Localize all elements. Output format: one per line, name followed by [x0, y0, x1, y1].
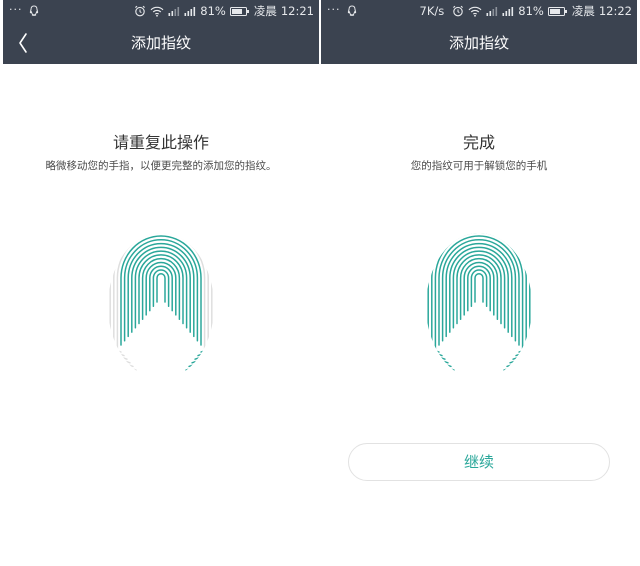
title-bar: 添加指纹	[3, 22, 319, 64]
fingerprint-ridge-fragment	[494, 378, 502, 379]
time-period: 凌晨	[253, 4, 277, 18]
signal-icon-sim2	[502, 7, 514, 16]
fingerprint-ridge-fragment	[117, 352, 125, 357]
fingerprint-ridge-fragment	[518, 349, 526, 353]
fingerprint-ridge-fragment	[129, 367, 137, 371]
instruction-text: 略微移动您的手指，以便更完整的添加您的指纹。	[45, 160, 277, 172]
fingerprint-ridge	[459, 258, 499, 320]
instruction-heading: 请重复此操作	[112, 133, 209, 152]
battery-percent: 81%	[200, 4, 226, 18]
notification-dots: ···	[327, 3, 341, 16]
qq-icon	[347, 4, 356, 16]
fingerprint-ridge-fragment	[200, 349, 208, 353]
fingerprint-ridge-fragment	[123, 360, 131, 364]
battery-percent: 81%	[518, 4, 544, 18]
signal-icon-sim2	[184, 7, 196, 16]
fingerprint-ridge-fragment	[506, 363, 514, 368]
qq-icon	[29, 4, 38, 16]
network-speed: 7K/s	[419, 4, 445, 18]
fingerprint-complete-icon	[426, 233, 532, 379]
fingerprint-ridge-fragment	[497, 374, 505, 378]
fingerprint-ridge-fragment	[138, 378, 146, 379]
fingerprint-ridge	[131, 246, 191, 333]
fingerprint-ridge-fragment	[456, 378, 464, 379]
status-bar: ··· 7K/s 81% 凌晨 12:22	[321, 0, 637, 22]
fingerprint-ridge	[438, 235, 520, 346]
fingerprint-ridge-fragment	[500, 370, 508, 375]
fingerprint-ridge-fragment	[191, 360, 199, 364]
fingerprint-ridge-fragment	[194, 356, 202, 360]
battery-icon	[547, 6, 567, 16]
fingerprint-ridge-fragment	[179, 374, 187, 378]
alarm-icon	[453, 5, 464, 17]
fingerprint-ridge-fragment	[188, 363, 196, 368]
signal-icon-sim1	[486, 7, 498, 16]
alarm-icon	[135, 5, 146, 17]
title-bar: 添加指纹	[321, 22, 637, 64]
fingerprint-progress-icon	[108, 233, 214, 379]
wifi-icon	[150, 6, 164, 17]
wifi-icon	[468, 6, 482, 17]
fingerprint-ridge	[470, 269, 488, 308]
fingerprint-ridge-fragment	[438, 356, 446, 360]
fingerprint-ridge-fragment	[509, 360, 517, 364]
signal-icon-sim1	[168, 7, 180, 16]
fingerprint-ridge-fragment	[182, 370, 190, 375]
notification-dots: ···	[9, 3, 23, 16]
fingerprint-ridge-fragment	[435, 352, 443, 357]
fingerprint-ridge	[120, 235, 202, 346]
fingerprint-ridge-fragment	[114, 349, 122, 353]
fingerprint-ridge	[445, 242, 513, 338]
fingerprint-ridge	[141, 258, 181, 320]
fingerprint-ridge-fragment	[132, 370, 140, 375]
fingerprint-ridge-fragment	[432, 349, 440, 353]
fingerprint-ridge-fragment	[453, 374, 461, 378]
fingerprint-ridge-fragment	[447, 367, 455, 371]
fingerprint-ridge-fragment	[441, 360, 449, 364]
battery-icon	[229, 6, 249, 16]
fingerprint-ridge-fragment	[503, 367, 511, 371]
completion-heading: 完成	[462, 133, 495, 152]
fingerprint-ridge-fragment	[135, 374, 143, 378]
screen-repeat-step: ··· 81% 凌晨 12:21 添加指纹 请重复此操作 略微移动您的手指，以便…	[3, 0, 319, 566]
fingerprint-ridge-fragment	[120, 356, 128, 360]
continue-button[interactable]: 继续	[348, 443, 610, 481]
time-period: 凌晨	[571, 4, 595, 18]
page-title: 添加指纹	[448, 34, 509, 52]
fingerprint-ridge	[152, 269, 170, 308]
page-title: 添加指纹	[130, 34, 191, 52]
clock: 12:22	[598, 4, 632, 18]
fingerprint-ridge-fragment	[450, 370, 458, 375]
fingerprint-ridge-fragment	[126, 363, 134, 368]
status-bar: ··· 81% 凌晨 12:21	[3, 0, 319, 22]
fingerprint-ridge-fragment	[197, 352, 205, 357]
fingerprint-ridge	[449, 246, 509, 333]
fingerprint-ridge	[127, 242, 195, 338]
fingerprint-ridge-fragment	[176, 378, 184, 379]
screen-complete-step: ··· 7K/s 81% 凌晨 12:22 添加指纹 完成 您的指纹可用于解锁您…	[321, 0, 637, 566]
clock: 12:21	[280, 4, 314, 18]
fingerprint-ridge-fragment	[444, 363, 452, 368]
fingerprint-ridge-fragment	[512, 356, 520, 360]
fingerprint-ridge	[474, 273, 484, 303]
fingerprint-ridge	[156, 273, 166, 303]
fingerprint-ridge-fragment	[515, 352, 523, 357]
fingerprint-ridge-fragment	[185, 367, 193, 371]
completion-text: 您的指纹可用于解锁您的手机	[410, 160, 548, 172]
